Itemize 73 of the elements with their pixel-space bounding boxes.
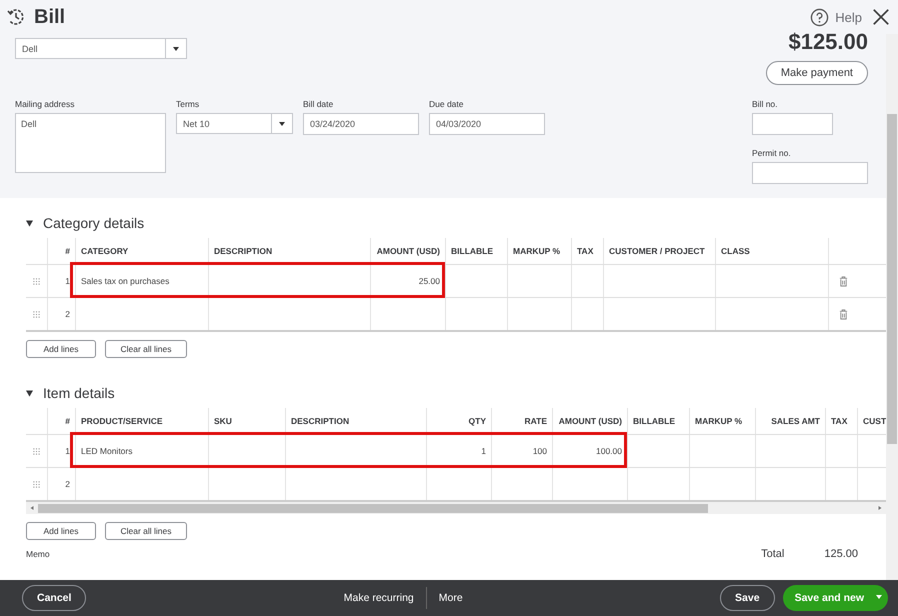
- column-header: CATEGORY: [75, 238, 208, 264]
- trash-icon[interactable]: [839, 276, 848, 286]
- bill-no-field[interactable]: [752, 113, 833, 135]
- table-action-button[interactable]: Add lines: [26, 522, 96, 540]
- table-cell: 2: [65, 479, 70, 489]
- table-cell: Sales tax on purchases: [81, 276, 170, 286]
- drag-handle-icon[interactable]: [33, 480, 40, 488]
- column-header: #: [47, 238, 75, 264]
- column-header: TAX: [571, 238, 603, 264]
- vendor-dropdown[interactable]: Dell: [15, 38, 187, 59]
- column-header: QTY: [426, 408, 491, 434]
- table-cell: 1: [65, 276, 70, 286]
- field-label: Due date: [429, 99, 464, 109]
- field-label: Mailing address: [15, 99, 76, 109]
- table-cell: 2: [65, 309, 70, 319]
- help-icon[interactable]: [810, 8, 830, 26]
- due-date-field[interactable]: 04/03/2020: [429, 113, 545, 135]
- more-link[interactable]: More: [438, 592, 463, 604]
- column-header: TAX: [825, 408, 857, 434]
- memo-label: Memo: [26, 549, 50, 559]
- total-amount: 125.00: [824, 548, 858, 560]
- save-button[interactable]: Save: [720, 585, 775, 611]
- section-title[interactable]: Item details: [43, 385, 115, 401]
- permit-no-field[interactable]: [752, 162, 868, 184]
- field-label: Bill no.: [752, 99, 779, 109]
- column-header: BILLABLE: [445, 238, 507, 264]
- table-cell: 25.00: [418, 276, 440, 286]
- history-icon[interactable]: [6, 7, 26, 27]
- column-header: SKU: [208, 408, 285, 434]
- column-header: AMOUNT (USD): [370, 238, 445, 264]
- total-label: Total: [761, 548, 784, 560]
- field-label: Terms: [176, 99, 200, 109]
- column-header: MARKUP %: [689, 408, 755, 434]
- table-action-button[interactable]: Clear all lines: [105, 522, 187, 540]
- column-header: #: [47, 408, 75, 434]
- cancel-button[interactable]: Cancel: [22, 585, 86, 611]
- column-header: PRODUCT/SERVICE: [75, 408, 208, 434]
- column-header: AMOUNT (USD): [552, 408, 627, 434]
- make-payment-button[interactable]: Make payment: [766, 61, 868, 85]
- table-cell: 100: [532, 446, 547, 456]
- drag-handle-icon[interactable]: [33, 278, 40, 284]
- column-header: SALES AMT: [755, 408, 825, 434]
- table-action-button[interactable]: Add lines: [26, 340, 96, 358]
- vertical-scrollbar[interactable]: [886, 34, 898, 580]
- column-header: BILLABLE: [627, 408, 689, 434]
- table-cell: 100.00: [596, 446, 622, 456]
- balance-amount: $125.00: [788, 30, 868, 54]
- column-header: DESCRIPTION: [208, 238, 370, 264]
- close-icon[interactable]: [872, 8, 890, 26]
- column-header: DESCRIPTION: [285, 408, 426, 434]
- table-cell: LED Monitors: [81, 446, 132, 456]
- mailing-address-field[interactable]: Dell: [15, 113, 166, 173]
- field-label: Permit no.: [752, 148, 792, 158]
- table-cell: 1: [65, 446, 70, 456]
- section-title[interactable]: Category details: [43, 215, 144, 231]
- window-title: Bill: [34, 6, 66, 28]
- horizontal-scrollbar[interactable]: [26, 502, 886, 514]
- table-cell: 1: [481, 446, 486, 456]
- terms-dropdown[interactable]: Net 10: [176, 113, 293, 134]
- help-link[interactable]: Help: [835, 10, 862, 24]
- collapse-icon[interactable]: [26, 220, 33, 226]
- drag-handle-icon[interactable]: [33, 448, 40, 454]
- column-header: MARKUP %: [507, 238, 571, 264]
- make-recurring-link[interactable]: Make recurring: [344, 592, 414, 604]
- trash-icon[interactable]: [839, 308, 848, 320]
- table-action-button[interactable]: Clear all lines: [105, 340, 187, 358]
- bill-date-field[interactable]: 03/24/2020: [303, 113, 419, 135]
- column-header: RATE: [491, 408, 552, 434]
- field-label: Bill date: [303, 99, 334, 109]
- drag-handle-icon[interactable]: [33, 310, 40, 318]
- collapse-icon[interactable]: [26, 390, 33, 396]
- column-header: CUSTOMER / PROJECT: [603, 238, 715, 264]
- column-header: CLASS: [715, 238, 828, 264]
